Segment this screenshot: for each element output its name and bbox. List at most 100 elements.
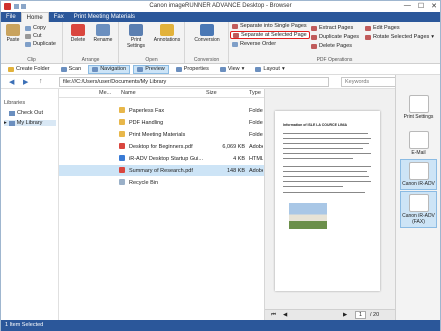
minimize-button[interactable]: — — [404, 2, 411, 10]
preview-button[interactable]: Preview — [133, 64, 169, 74]
pdf-icon — [119, 167, 125, 173]
reverse-order-button[interactable]: Reverse Order — [232, 41, 276, 47]
print-settings-tool[interactable]: Print Settings — [400, 95, 437, 120]
library-icon — [8, 120, 15, 126]
prev-page-icon[interactable]: ◀ — [283, 312, 287, 318]
copy-button[interactable]: Copy — [25, 25, 46, 31]
navigation-icon — [92, 66, 99, 72]
scan-icon — [60, 66, 67, 72]
layout-icon — [255, 66, 262, 72]
list-item[interactable]: Summary of Research.pdf148 KBAdobe — [59, 165, 264, 176]
canon-ir-adv-tool[interactable]: Canon iR-ADV — [400, 159, 437, 190]
edit-pages-button[interactable]: Edit Pages — [365, 25, 400, 31]
forward-arrow-icon[interactable]: ▶ — [23, 78, 28, 86]
tab-file[interactable]: File — [1, 12, 21, 22]
next-page-icon[interactable]: ▶ — [343, 312, 347, 318]
back-arrow-icon[interactable]: ◀ — [9, 78, 14, 86]
view-dropdown[interactable]: View ▾ — [216, 65, 249, 74]
separate-single-pages-button[interactable]: Separate into Single Pages — [232, 23, 307, 29]
library-icon — [9, 110, 15, 116]
navigation-button[interactable]: Navigation — [88, 64, 131, 74]
extract-icon — [311, 25, 317, 31]
text-line — [283, 138, 371, 139]
tree-item-check-out[interactable]: Check Out — [9, 110, 43, 116]
clip-group-label: Clip — [27, 57, 36, 63]
folder-icon — [119, 131, 125, 137]
annotations-button[interactable]: Annotations — [151, 24, 183, 43]
cut-button[interactable]: Cut — [25, 33, 42, 39]
duplicate-button[interactable]: Duplicate — [25, 41, 56, 47]
tab-home[interactable]: Home — [20, 12, 49, 22]
paste-button[interactable]: Paste — [4, 24, 22, 43]
delete-pages-button[interactable]: Delete Pages — [311, 43, 352, 49]
up-arrow-icon[interactable]: ↑ — [39, 78, 43, 85]
delete-pages-icon — [311, 43, 317, 49]
ribbon-tabs: File Home Fax Print Meeting Materials — [1, 12, 440, 22]
libraries-header: Libraries — [4, 100, 26, 106]
file-list: Paperless FaxFolder PDF HandlingFolder P… — [59, 98, 264, 320]
chevron-down-icon: ▾ — [281, 66, 285, 72]
canon-ir-adv-fax-tool[interactable]: Canon iR-ADV (FAX) — [400, 191, 437, 228]
text-line — [283, 171, 367, 172]
scan-button[interactable]: Scan — [57, 65, 86, 74]
tab-print-meeting-materials[interactable]: Print Meeting Materials — [69, 12, 140, 22]
column-size[interactable]: Size — [206, 90, 217, 96]
printer-icon — [129, 24, 143, 36]
ribbon: Paste Copy Cut Duplicate Clip Delete Ren… — [1, 22, 440, 64]
folder-icon — [119, 107, 125, 113]
html-icon — [119, 155, 125, 161]
recycle-bin-icon — [119, 179, 125, 185]
page-total: / 20 — [370, 312, 380, 318]
column-type[interactable]: Type — [249, 90, 261, 96]
pdf-operations-label: PDF Operations — [316, 57, 353, 63]
conversion-button[interactable]: Conversion — [191, 24, 223, 43]
chevron-down-icon: ▾ — [241, 66, 245, 72]
list-item[interactable]: Recycle Bin — [59, 177, 264, 188]
first-page-icon[interactable]: ⏮ — [271, 312, 276, 319]
arrange-group-label: Arrange — [81, 57, 100, 63]
properties-button[interactable]: Properties — [172, 65, 213, 74]
file-list-header: Me... Name Size Type — [59, 89, 264, 98]
rotate-selected-pages-button[interactable]: Rotate Selected Pages ▾ — [365, 34, 434, 40]
tab-fax[interactable]: Fax — [49, 12, 69, 22]
delete-button[interactable]: Delete — [68, 24, 88, 43]
close-button[interactable]: ✕ — [431, 2, 437, 10]
preview-icon — [137, 66, 144, 72]
create-folder-button[interactable]: Create Folder — [4, 65, 54, 74]
list-item[interactable]: Paperless FaxFolder — [59, 105, 264, 116]
folder-icon — [8, 66, 14, 72]
extract-pages-button[interactable]: Extract Pages — [311, 25, 353, 31]
preview-image — [289, 203, 327, 229]
print-settings-button[interactable]: Print Settings — [123, 24, 149, 49]
pdf-operations-group: Separate into Single Pages Separate at S… — [229, 22, 440, 64]
maximize-button[interactable]: ☐ — [418, 2, 424, 10]
list-item[interactable]: Print Meeting MaterialsFolder — [59, 129, 264, 140]
document-preview-page[interactable]: Information of ISLE LA COURCE LINIA — [275, 111, 380, 291]
annotations-icon — [160, 24, 174, 36]
text-line — [283, 148, 363, 149]
rename-button[interactable]: Rename — [92, 24, 114, 43]
list-item[interactable]: iR-ADV Desktop Startup Gui... 4 KB HTML — [59, 153, 264, 164]
separate-selected-icon — [233, 32, 239, 38]
scissors-icon — [25, 33, 31, 39]
rotate-icon — [365, 34, 371, 40]
layout-dropdown[interactable]: Layout ▾ — [251, 65, 288, 74]
separate-at-selected-page-button[interactable]: Separate at Selected Page — [230, 31, 310, 39]
list-item[interactable]: Desktop for Beginners.pdf6,069 KBAdobe — [59, 141, 264, 152]
column-me[interactable]: Me... — [99, 90, 111, 96]
address-field[interactable]: file:///C:/Users/user/Documents/My Libra… — [59, 77, 329, 87]
preview-panel: Information of ISLE LA COURCE LINIA ⏮ ◀ … — [264, 89, 396, 320]
app-window: Canon imageRUNNER ADVANCE Desktop - Brow… — [0, 0, 441, 331]
email-tool[interactable]: E-Mail — [400, 131, 437, 156]
window-title: Canon imageRUNNER ADVANCE Desktop - Brow… — [149, 3, 292, 9]
copy-icon — [25, 25, 31, 31]
list-item[interactable]: PDF HandlingFolder — [59, 117, 264, 128]
preview-document-title: Information of ISLE LA COURCE LINIA — [283, 123, 348, 127]
column-name[interactable]: Name — [121, 90, 136, 96]
chevron-down-icon: ▾ — [431, 34, 435, 40]
title-bar: Canon imageRUNNER ADVANCE Desktop - Brow… — [1, 1, 440, 12]
duplicate-pages-button[interactable]: Duplicate Pages — [311, 34, 359, 40]
page-number-input[interactable]: 1 — [355, 311, 367, 319]
text-line — [283, 158, 353, 159]
tree-item-my-library[interactable]: ▸ My Library — [4, 120, 56, 126]
